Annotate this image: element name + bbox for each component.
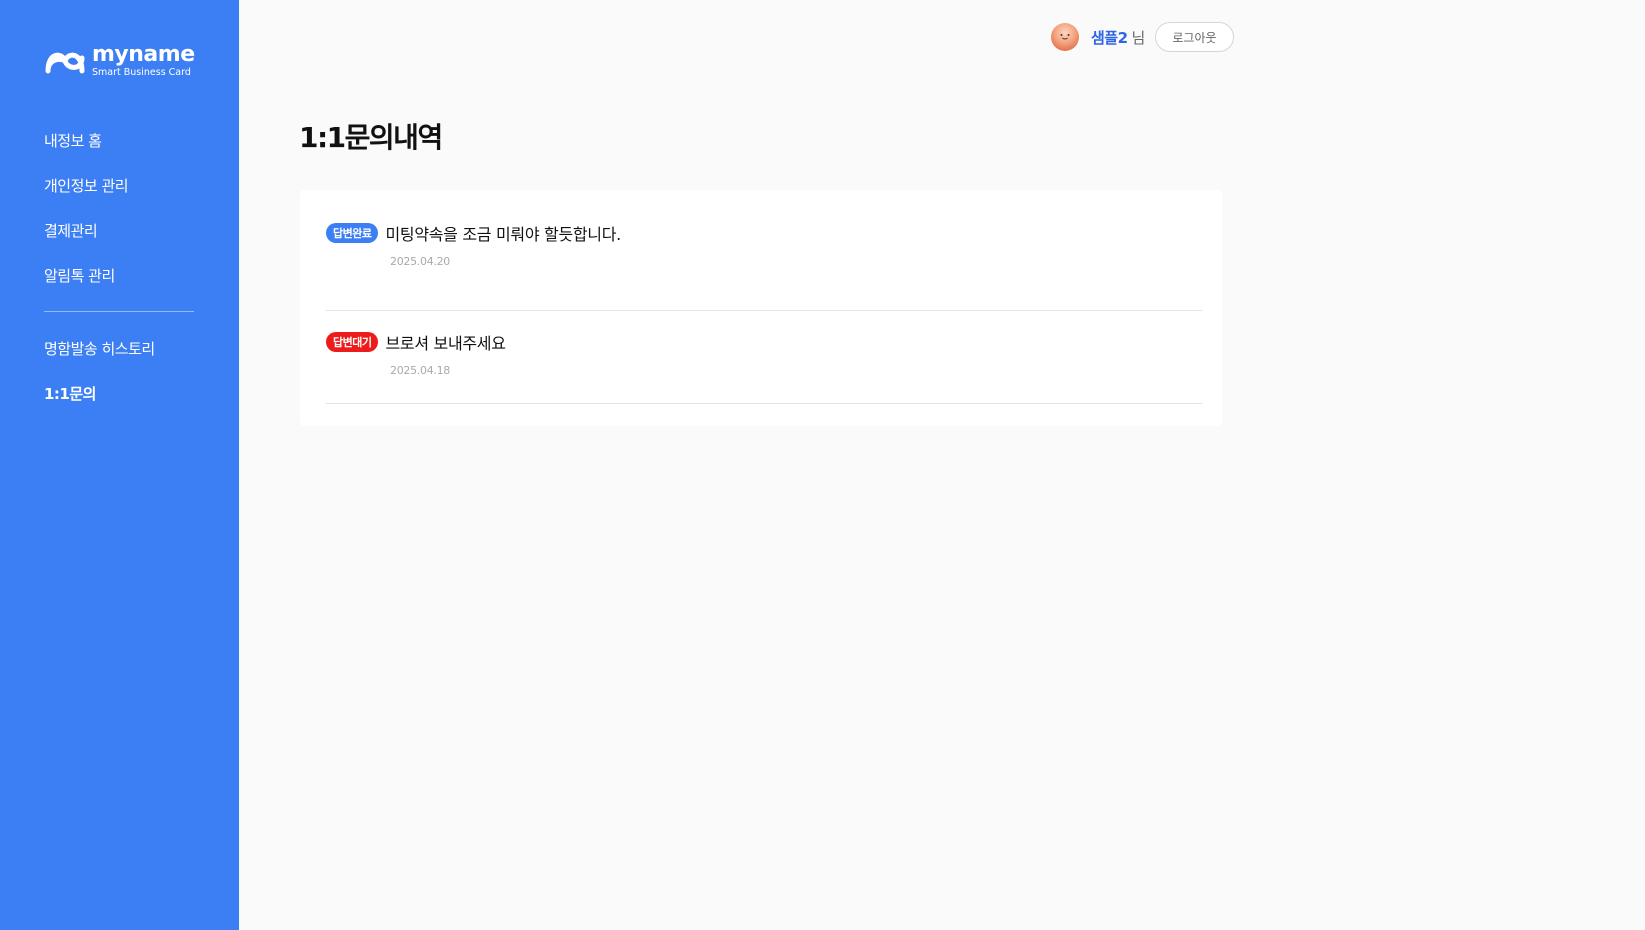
status-badge: 답변완료 <box>326 223 379 243</box>
sidebar-item-inquiry[interactable]: 1:1문의 <box>44 381 194 426</box>
inquiry-date: 2025.04.18 <box>390 364 450 377</box>
inquiry-list: 답변완료 미팅약속을 조금 미뤄야 할듯합니다. 2025.04.20 답변대기… <box>326 218 1202 404</box>
infinity-m-logo-icon <box>45 52 85 74</box>
sidebar: myname Smart Business Card 내정보 홈 개인정보 관리… <box>0 0 239 930</box>
sidebar-nav: 내정보 홈 개인정보 관리 결제관리 알림톡 관리 명함발송 히스토리 1:1문… <box>44 128 194 426</box>
list-item[interactable]: 답변완료 미팅약속을 조금 미뤄야 할듯합니다. 2025.04.20 <box>326 218 1202 311</box>
avatar-face-icon[interactable] <box>1051 23 1079 51</box>
inquiry-row-header: 답변완료 미팅약속을 조금 미뤄야 할듯합니다. <box>326 221 1202 245</box>
sidebar-divider <box>44 311 194 312</box>
sidebar-item-payment[interactable]: 결제관리 <box>44 218 194 263</box>
logout-button[interactable]: 로그아웃 <box>1155 22 1234 52</box>
user-header: 샘플2 님 로그아웃 <box>1051 22 1234 52</box>
sidebar-item-personal-info[interactable]: 개인정보 관리 <box>44 173 194 218</box>
inquiry-row-header: 답변대기 브로셔 보내주세요 <box>326 330 1202 354</box>
status-badge: 답변대기 <box>326 332 379 352</box>
brand-name: myname <box>92 42 195 68</box>
inquiry-list-card: 답변완료 미팅약속을 조금 미뤄야 할듯합니다. 2025.04.20 답변대기… <box>300 190 1222 426</box>
brand-logo[interactable]: myname Smart Business Card <box>44 44 195 78</box>
page-title: 1:1문의내역 <box>299 121 443 154</box>
user-honorific: 님 <box>1131 28 1146 47</box>
user-name: 샘플2 <box>1091 28 1128 47</box>
sidebar-item-alimtalk[interactable]: 알림톡 관리 <box>44 263 194 308</box>
inquiry-title[interactable]: 미팅약속을 조금 미뤄야 할듯합니다. <box>385 221 621 245</box>
inquiry-title[interactable]: 브로셔 보내주세요 <box>385 330 505 354</box>
brand-wordmark: myname Smart Business Card <box>92 44 195 78</box>
sidebar-item-my-home[interactable]: 내정보 홈 <box>44 128 194 173</box>
brand-tagline: Smart Business Card <box>92 67 191 79</box>
list-item[interactable]: 답변대기 브로셔 보내주세요 2025.04.18 <box>326 311 1202 404</box>
sidebar-item-card-history[interactable]: 명함발송 히스토리 <box>44 336 194 381</box>
inquiry-date: 2025.04.20 <box>390 255 450 268</box>
